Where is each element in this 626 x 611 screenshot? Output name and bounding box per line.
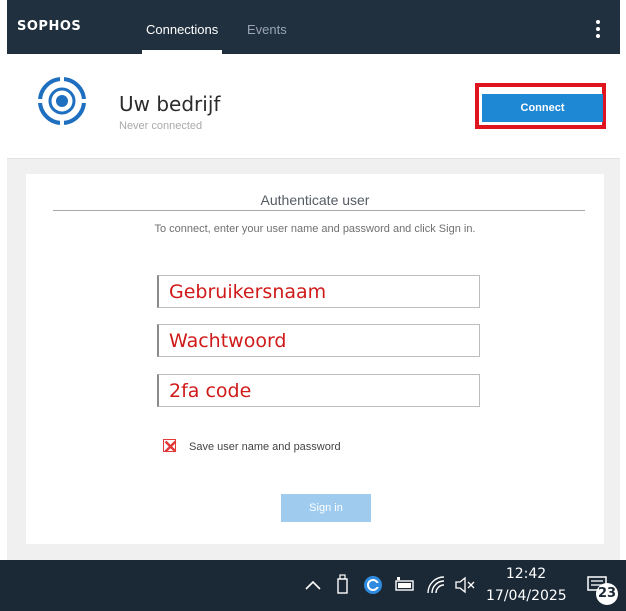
tab-connections[interactable]: Connections <box>146 22 218 37</box>
wifi-icon[interactable] <box>425 573 447 597</box>
connect-button[interactable]: Connect <box>482 94 603 122</box>
auth-title: Authenticate user <box>260 192 370 208</box>
sophos-logo: SOPHOS <box>17 19 82 34</box>
usb-drive-icon[interactable] <box>331 573 353 597</box>
top-navigation-bar: SOPHOS Connections Events <box>7 0 620 54</box>
tab-events[interactable]: Events <box>247 22 287 37</box>
authenticate-panel: Authenticate user To connect, enter your… <box>26 174 604 544</box>
taskbar-clock-date[interactable]: 17/04/2025 <box>486 588 567 604</box>
volume-muted-icon[interactable] <box>454 573 476 597</box>
app-body: SOPHOS Connections Events Uw bedrijf Nev… <box>7 0 620 560</box>
save-credentials-checkbox[interactable] <box>163 439 177 453</box>
auth-instructions: To connect, enter your user name and pas… <box>154 223 476 235</box>
chevron-up-icon[interactable] <box>302 573 324 597</box>
twofa-input[interactable] <box>157 374 480 407</box>
sophos-tray-icon[interactable] <box>362 573 384 597</box>
taskbar-clock-time[interactable]: 12:42 <box>496 566 556 582</box>
checkbox-x-icon <box>164 440 177 453</box>
kebab-menu-icon[interactable] <box>595 20 601 40</box>
auth-divider <box>53 210 585 211</box>
connection-header: Uw bedrijf Never connected Connect <box>7 54 620 159</box>
notification-count-badge: 23 <box>596 583 618 605</box>
connection-name: Uw bedrijf <box>119 92 221 116</box>
windows-taskbar: 12:42 17/04/2025 <box>0 560 626 611</box>
connection-status: Never connected <box>119 120 203 132</box>
connection-target-icon <box>38 77 86 125</box>
battery-icon[interactable] <box>394 573 416 597</box>
password-input[interactable] <box>157 324 480 357</box>
username-input[interactable] <box>157 275 480 308</box>
sign-in-button[interactable]: Sign in <box>281 494 371 522</box>
save-credentials-label: Save user name and password <box>189 441 341 453</box>
